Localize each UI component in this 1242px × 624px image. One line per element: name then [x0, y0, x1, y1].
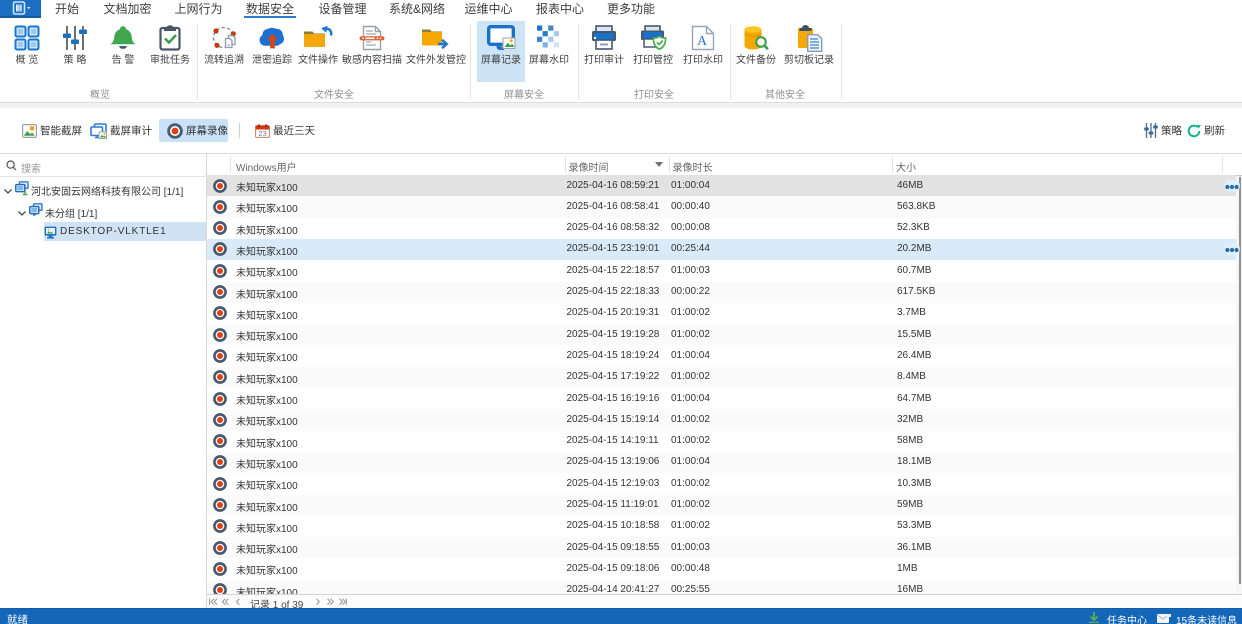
svg-text:23: 23 [258, 129, 266, 138]
svg-text:A: A [697, 34, 708, 49]
